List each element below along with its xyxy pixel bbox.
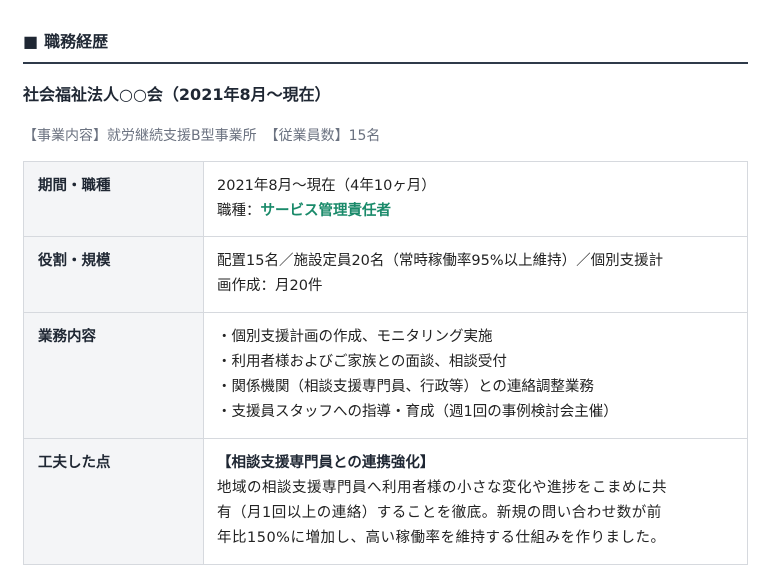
duty-item: ・関係機関（相談支援専門員、行政等）との連絡調整業務 <box>217 379 594 395</box>
career-table: 期間・職種 2021年8月〜現在（4年10ヶ月） 職種：サービス管理責任者 役割… <box>23 161 748 565</box>
row-label-role: 役割・規模 <box>23 236 204 313</box>
row-label-duties: 業務内容 <box>23 312 204 439</box>
job-prefix: 職種： <box>217 203 261 219</box>
row-value-period: 2021年8月〜現在（4年10ヶ月） 職種：サービス管理責任者 <box>203 161 748 237</box>
role-line: 画作成：月20件 <box>217 278 323 294</box>
duty-item: ・個別支援計画の作成、モニタリング実施 <box>217 329 493 345</box>
section-title: 職務経歴 <box>44 32 109 51</box>
row-label-period: 期間・職種 <box>23 161 204 237</box>
row-value-role: 配置15名／施設定員20名（常時稼働率95%以上維持）／個別支援計 画作成：月2… <box>203 236 748 313</box>
table-row: 業務内容 ・個別支援計画の作成、モニタリング実施 ・利用者様およびご家族との面談… <box>23 312 748 439</box>
table-row: 工夫した点 【相談支援専門員との連携強化】 地域の相談支援専門員へ利用者様の小さ… <box>23 438 748 565</box>
duty-item: ・支援員スタッフへの指導・育成（週1回の事例検討会主催） <box>217 404 618 420</box>
job-title: サービス管理責任者 <box>260 203 392 219</box>
period-text: 2021年8月〜現在（4年10ヶ月） <box>217 178 436 194</box>
square-bullet-icon: ■ <box>23 32 39 51</box>
row-value-ingenuity: 【相談支援専門員との連携強化】 地域の相談支援専門員へ利用者様の小さな変化や進捗… <box>203 438 748 565</box>
table-row: 期間・職種 2021年8月〜現在（4年10ヶ月） 職種：サービス管理責任者 <box>23 161 748 237</box>
section-heading: ■ 職務経歴 <box>23 30 748 64</box>
row-value-duties: ・個別支援計画の作成、モニタリング実施 ・利用者様およびご家族との面談、相談受付… <box>203 312 748 439</box>
table-row: 役割・規模 配置15名／施設定員20名（常時稼働率95%以上維持）／個別支援計 … <box>23 236 748 313</box>
row-label-ingenuity: 工夫した点 <box>23 438 204 565</box>
business-description: 【事業内容】就労継続支援B型事業所 <box>23 128 257 144</box>
company-name: 社会福祉法人○○会（2021年8月〜現在） <box>23 85 331 104</box>
ingenuity-line: 地域の相談支援専門員へ利用者様の小さな変化や進捗をこまめに共 <box>217 480 667 496</box>
role-line: 配置15名／施設定員20名（常時稼働率95%以上維持）／個別支援計 <box>217 253 664 269</box>
ingenuity-line: 有（月1回以上の連絡）することを徹底。新規の問い合わせ数が前 <box>217 505 662 521</box>
company-meta: 【事業内容】就労継続支援B型事業所 【従業員数】15名 <box>23 126 380 146</box>
ingenuity-line: 年比150%に増加し、高い稼働率を維持する仕組みを作りました。 <box>217 530 666 546</box>
job-line: 職種：サービス管理責任者 <box>217 199 735 224</box>
employee-count: 【従業員数】15名 <box>264 128 381 144</box>
duty-item: ・利用者様およびご家族との面談、相談受付 <box>217 354 507 370</box>
ingenuity-heading: 【相談支援専門員との連携強化】 <box>217 455 435 471</box>
